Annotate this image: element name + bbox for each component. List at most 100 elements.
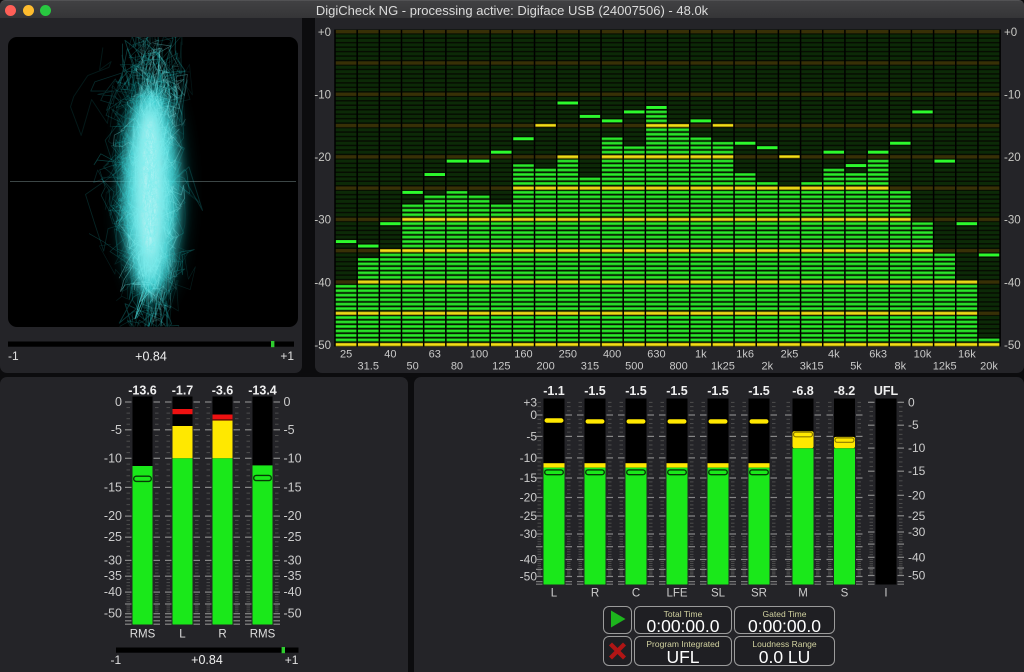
svg-text:2k: 2k <box>762 361 774 373</box>
svg-text:+1: +1 <box>280 349 294 363</box>
svg-text:-40: -40 <box>520 553 538 567</box>
svg-text:-1: -1 <box>8 349 19 363</box>
svg-text:2k5: 2k5 <box>781 349 799 361</box>
svg-text:-20: -20 <box>1004 152 1021 164</box>
svg-text:-35: -35 <box>104 569 122 583</box>
svg-text:-1: -1 <box>111 653 122 667</box>
svg-text:-1.5: -1.5 <box>625 384 647 398</box>
svg-text:-35: -35 <box>284 569 302 583</box>
svg-text:-1.7: -1.7 <box>172 384 194 398</box>
svg-text:-15: -15 <box>908 464 926 478</box>
svg-text:-25: -25 <box>908 509 926 523</box>
svg-text:4k: 4k <box>828 349 840 361</box>
svg-text:3k15: 3k15 <box>800 361 824 373</box>
svg-text:-30: -30 <box>1004 215 1021 227</box>
svg-text:UFL: UFL <box>874 384 899 398</box>
svg-text:-30: -30 <box>520 527 538 541</box>
svg-text:-20: -20 <box>908 488 926 502</box>
svg-text:-30: -30 <box>314 215 331 227</box>
svg-text:160: 160 <box>514 349 532 361</box>
svg-text:125: 125 <box>492 361 510 373</box>
svg-text:L: L <box>551 588 558 600</box>
svg-text:0: 0 <box>284 395 291 409</box>
svg-text:-30: -30 <box>104 553 122 567</box>
svg-text:5k: 5k <box>850 361 862 373</box>
svg-text:-5: -5 <box>908 418 919 432</box>
svg-text:-10: -10 <box>908 441 926 455</box>
svg-text:6k3: 6k3 <box>869 349 887 361</box>
svg-text:8k: 8k <box>895 361 907 373</box>
svg-text:-10: -10 <box>520 451 538 465</box>
svg-text:-20: -20 <box>104 509 122 523</box>
svg-text:12k5: 12k5 <box>933 361 957 373</box>
svg-text:RMS: RMS <box>130 629 156 641</box>
svg-text:-6.8: -6.8 <box>792 384 814 398</box>
svg-text:-5: -5 <box>111 423 122 437</box>
svg-text:SL: SL <box>711 588 726 600</box>
svg-text:-20: -20 <box>314 152 331 164</box>
svg-text:-50: -50 <box>284 607 302 621</box>
svg-text:SR: SR <box>751 588 767 600</box>
svg-text:-15: -15 <box>520 471 538 485</box>
svg-text:+0: +0 <box>318 27 331 39</box>
svg-text:-1.5: -1.5 <box>666 384 688 398</box>
svg-text:1k6: 1k6 <box>736 349 754 361</box>
svg-text:-3.6: -3.6 <box>212 384 234 398</box>
svg-text:40: 40 <box>384 349 396 361</box>
svg-text:-40: -40 <box>284 585 302 599</box>
svg-text:0: 0 <box>115 395 122 409</box>
svg-text:20k: 20k <box>980 361 998 373</box>
svg-text:-40: -40 <box>314 277 331 289</box>
svg-text:-1.5: -1.5 <box>584 384 606 398</box>
svg-text:-40: -40 <box>908 550 926 564</box>
svg-text:63: 63 <box>429 349 441 361</box>
svg-text:1k25: 1k25 <box>711 361 735 373</box>
svg-text:LFE: LFE <box>666 588 687 600</box>
svg-text:-50: -50 <box>520 570 538 584</box>
svg-text:16k: 16k <box>958 349 976 361</box>
svg-text:-40: -40 <box>1004 277 1021 289</box>
svg-text:80: 80 <box>451 361 463 373</box>
svg-text:R: R <box>591 588 599 600</box>
svg-text:RMS: RMS <box>250 629 276 641</box>
svg-text:500: 500 <box>625 361 643 373</box>
svg-text:C: C <box>632 588 640 600</box>
svg-text:-25: -25 <box>520 509 538 523</box>
svg-text:200: 200 <box>536 361 554 373</box>
svg-text:+0: +0 <box>1004 27 1017 39</box>
svg-text:315: 315 <box>581 361 599 373</box>
svg-text:-5: -5 <box>526 429 537 443</box>
svg-text:-50: -50 <box>314 340 331 352</box>
svg-text:31.5: 31.5 <box>358 361 379 373</box>
svg-text:-50: -50 <box>908 569 926 583</box>
svg-text:-10: -10 <box>104 451 122 465</box>
svg-text:-10: -10 <box>284 451 302 465</box>
svg-text:I: I <box>884 588 887 600</box>
svg-text:-50: -50 <box>1004 340 1021 352</box>
svg-text:-30: -30 <box>908 525 926 539</box>
svg-text:1k: 1k <box>695 349 707 361</box>
svg-text:50: 50 <box>406 361 418 373</box>
svg-text:-20: -20 <box>284 509 302 523</box>
svg-text:+0.84: +0.84 <box>191 653 223 667</box>
svg-text:-20: -20 <box>520 491 538 505</box>
svg-text:-15: -15 <box>104 480 122 494</box>
svg-text:-15: -15 <box>284 480 302 494</box>
svg-text:-10: -10 <box>314 90 331 102</box>
svg-text:250: 250 <box>559 349 577 361</box>
svg-text:100: 100 <box>470 349 488 361</box>
svg-text:-1.5: -1.5 <box>748 384 770 398</box>
svg-text:-30: -30 <box>284 553 302 567</box>
svg-text:-1.1: -1.1 <box>543 384 565 398</box>
svg-text:10k: 10k <box>914 349 932 361</box>
svg-text:800: 800 <box>669 361 687 373</box>
svg-text:0: 0 <box>908 395 915 409</box>
svg-text:+1: +1 <box>285 653 299 667</box>
svg-text:-40: -40 <box>104 585 122 599</box>
svg-text:+0.84: +0.84 <box>135 350 167 364</box>
svg-text:-10: -10 <box>1004 90 1021 102</box>
svg-text:-50: -50 <box>104 607 122 621</box>
svg-text:M: M <box>798 588 808 600</box>
svg-text:630: 630 <box>647 349 665 361</box>
svg-text:-5: -5 <box>284 423 295 437</box>
